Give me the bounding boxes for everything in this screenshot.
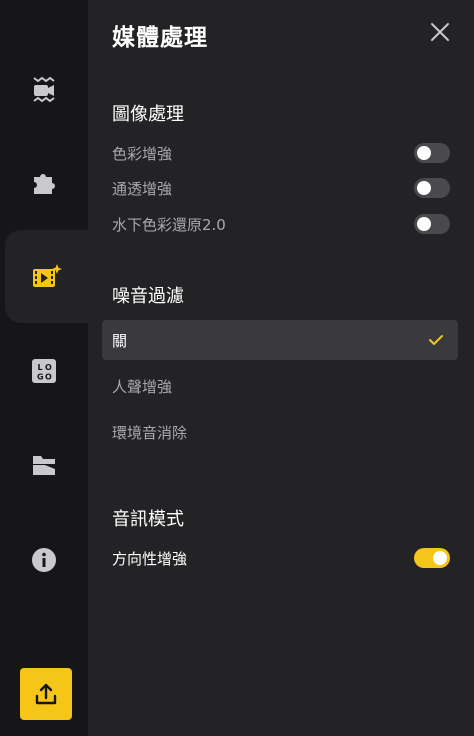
underwater-color-label: 水下色彩還原2.0 bbox=[112, 215, 226, 234]
noise-option-voice[interactable]: 人聲增強 bbox=[102, 366, 458, 406]
toggle-knob bbox=[433, 551, 447, 565]
upload-icon bbox=[35, 683, 57, 705]
noise-option-off[interactable]: 關 bbox=[102, 320, 458, 360]
toggle-knob bbox=[417, 217, 431, 231]
logo-icon: L O G O bbox=[32, 359, 56, 383]
directional-enhance-label: 方向性增強 bbox=[112, 549, 188, 568]
underwater-color-toggle[interactable] bbox=[414, 214, 450, 234]
noise-option-label: 關 bbox=[112, 331, 128, 350]
sidebar-item-plugins[interactable] bbox=[0, 137, 88, 229]
info-icon bbox=[32, 548, 56, 572]
svg-text:O: O bbox=[45, 373, 52, 382]
svg-text:O: O bbox=[45, 363, 52, 372]
sidebar-item-files[interactable] bbox=[0, 419, 88, 511]
noise-option-ambient[interactable]: 環境音消除 bbox=[102, 412, 458, 452]
sidebar-item-logo[interactable]: L O G O bbox=[0, 325, 88, 417]
underwater-camera-icon bbox=[33, 76, 55, 103]
sidebar-item-underwater[interactable] bbox=[0, 44, 88, 136]
noise-filter-heading: 噪音過濾 bbox=[112, 286, 184, 307]
puzzle-icon bbox=[34, 174, 55, 194]
checkmark-icon bbox=[429, 335, 443, 345]
media-processing-panel: 媒體處理 圖像處理 色彩增強 通透增強 水下色彩還原2.0 噪音過濾 關 人聲增… bbox=[88, 0, 474, 736]
svg-text:G: G bbox=[37, 373, 44, 382]
color-enhance-toggle[interactable] bbox=[414, 143, 450, 163]
svg-text:L: L bbox=[38, 363, 43, 372]
directional-enhance-row: 方向性增強 bbox=[112, 546, 450, 570]
panel-title: 媒體處理 bbox=[112, 25, 208, 51]
clarity-enhance-toggle[interactable] bbox=[414, 178, 450, 198]
audio-mode-heading: 音訊模式 bbox=[112, 509, 184, 530]
media-sparkle-icon bbox=[32, 263, 62, 287]
upload-button[interactable] bbox=[20, 668, 72, 720]
toggle-knob bbox=[417, 181, 431, 195]
noise-option-label: 環境音消除 bbox=[112, 423, 188, 442]
sidebar-item-media[interactable] bbox=[5, 230, 88, 323]
noise-option-label: 人聲增強 bbox=[112, 377, 173, 396]
directional-enhance-toggle[interactable] bbox=[414, 548, 450, 568]
close-icon[interactable] bbox=[428, 20, 452, 44]
clarity-enhance-row: 通透增強 bbox=[112, 176, 450, 200]
toggle-knob bbox=[417, 146, 431, 160]
color-enhance-label: 色彩增強 bbox=[112, 144, 173, 163]
underwater-color-row: 水下色彩還原2.0 bbox=[112, 212, 450, 236]
image-processing-heading: 圖像處理 bbox=[112, 104, 184, 125]
color-enhance-row: 色彩增強 bbox=[112, 141, 450, 165]
clarity-enhance-label: 通透增強 bbox=[112, 179, 173, 198]
sidebar-item-info[interactable] bbox=[0, 514, 88, 606]
sidebar: L O G O bbox=[0, 0, 88, 736]
folder-icon bbox=[33, 456, 55, 475]
